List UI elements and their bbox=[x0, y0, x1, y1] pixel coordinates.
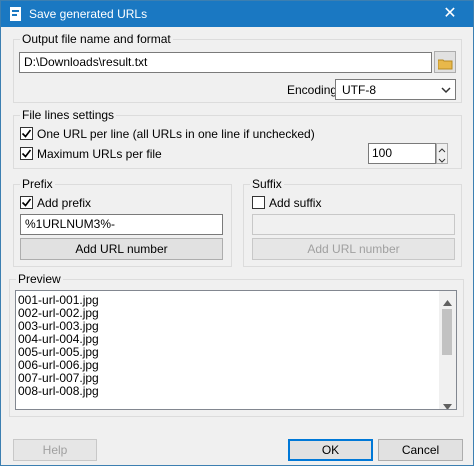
file-lines-group-legend: File lines settings bbox=[20, 108, 117, 122]
window-title: Save generated URLs bbox=[29, 7, 148, 21]
cancel-button[interactable]: Cancel bbox=[378, 439, 463, 461]
suffix-field[interactable] bbox=[252, 214, 455, 235]
preview-list[interactable]: 001-url-001.jpg 002-url-002.jpg 003-url-… bbox=[15, 290, 457, 410]
prefix-group-legend: Prefix bbox=[20, 177, 55, 191]
folder-icon bbox=[437, 56, 453, 76]
spin-up-icon[interactable] bbox=[437, 144, 447, 153]
checkmark-icon bbox=[21, 129, 32, 138]
checkbox-box bbox=[20, 147, 33, 160]
encoding-label: Encoding bbox=[287, 83, 338, 97]
add-suffix-checkbox[interactable]: Add suffix bbox=[252, 195, 372, 211]
suffix-group-legend: Suffix bbox=[250, 177, 284, 191]
help-button[interactable]: Help bbox=[13, 439, 97, 461]
output-path-field[interactable]: D:\Downloads\result.txt bbox=[19, 52, 432, 73]
max-urls-spinner[interactable]: 100 bbox=[368, 143, 450, 164]
preview-group-legend: Preview bbox=[16, 272, 63, 286]
checkbox-box bbox=[20, 196, 33, 209]
scroll-down-icon[interactable] bbox=[443, 399, 452, 409]
prefix-field[interactable]: %1URLNUM3%- bbox=[20, 214, 223, 235]
spinner-buttons[interactable] bbox=[436, 143, 448, 164]
max-urls-value[interactable]: 100 bbox=[368, 143, 436, 164]
suffix-add-url-number-button[interactable]: Add URL number bbox=[252, 238, 455, 260]
add-prefix-label: Add prefix bbox=[37, 196, 92, 210]
scroll-thumb[interactable] bbox=[442, 309, 452, 355]
checkbox-box bbox=[20, 127, 33, 140]
one-url-per-line-label: One URL per line (all URLs in one line i… bbox=[37, 127, 315, 141]
encoding-value: UTF-8 bbox=[342, 83, 376, 97]
encoding-select[interactable]: UTF-8 bbox=[335, 79, 456, 100]
ok-button[interactable]: OK bbox=[288, 439, 373, 461]
browse-button[interactable] bbox=[434, 51, 456, 73]
save-urls-dialog: Save generated URLs ✕ Output file name a… bbox=[0, 0, 474, 466]
max-urls-label: Maximum URLs per file bbox=[37, 147, 162, 161]
preview-scrollbar[interactable] bbox=[439, 291, 456, 409]
spin-down-icon[interactable] bbox=[437, 154, 447, 163]
scroll-up-icon[interactable] bbox=[443, 295, 452, 309]
add-prefix-checkbox[interactable]: Add prefix bbox=[20, 195, 140, 211]
max-urls-checkbox[interactable]: Maximum URLs per file bbox=[20, 146, 220, 162]
one-url-per-line-checkbox[interactable]: One URL per line (all URLs in one line i… bbox=[20, 126, 320, 142]
checkbox-box bbox=[252, 196, 265, 209]
add-suffix-label: Add suffix bbox=[269, 196, 322, 210]
app-icon bbox=[9, 7, 23, 21]
title-bar: Save generated URLs ✕ bbox=[1, 1, 473, 27]
close-button[interactable]: ✕ bbox=[427, 1, 473, 27]
checkmark-icon bbox=[21, 198, 32, 207]
chevron-down-icon bbox=[441, 84, 451, 98]
checkmark-icon bbox=[21, 149, 32, 158]
output-group-legend: Output file name and format bbox=[20, 32, 173, 46]
prefix-add-url-number-button[interactable]: Add URL number bbox=[20, 238, 223, 260]
preview-line: 008-url-008.jpg bbox=[18, 384, 99, 398]
